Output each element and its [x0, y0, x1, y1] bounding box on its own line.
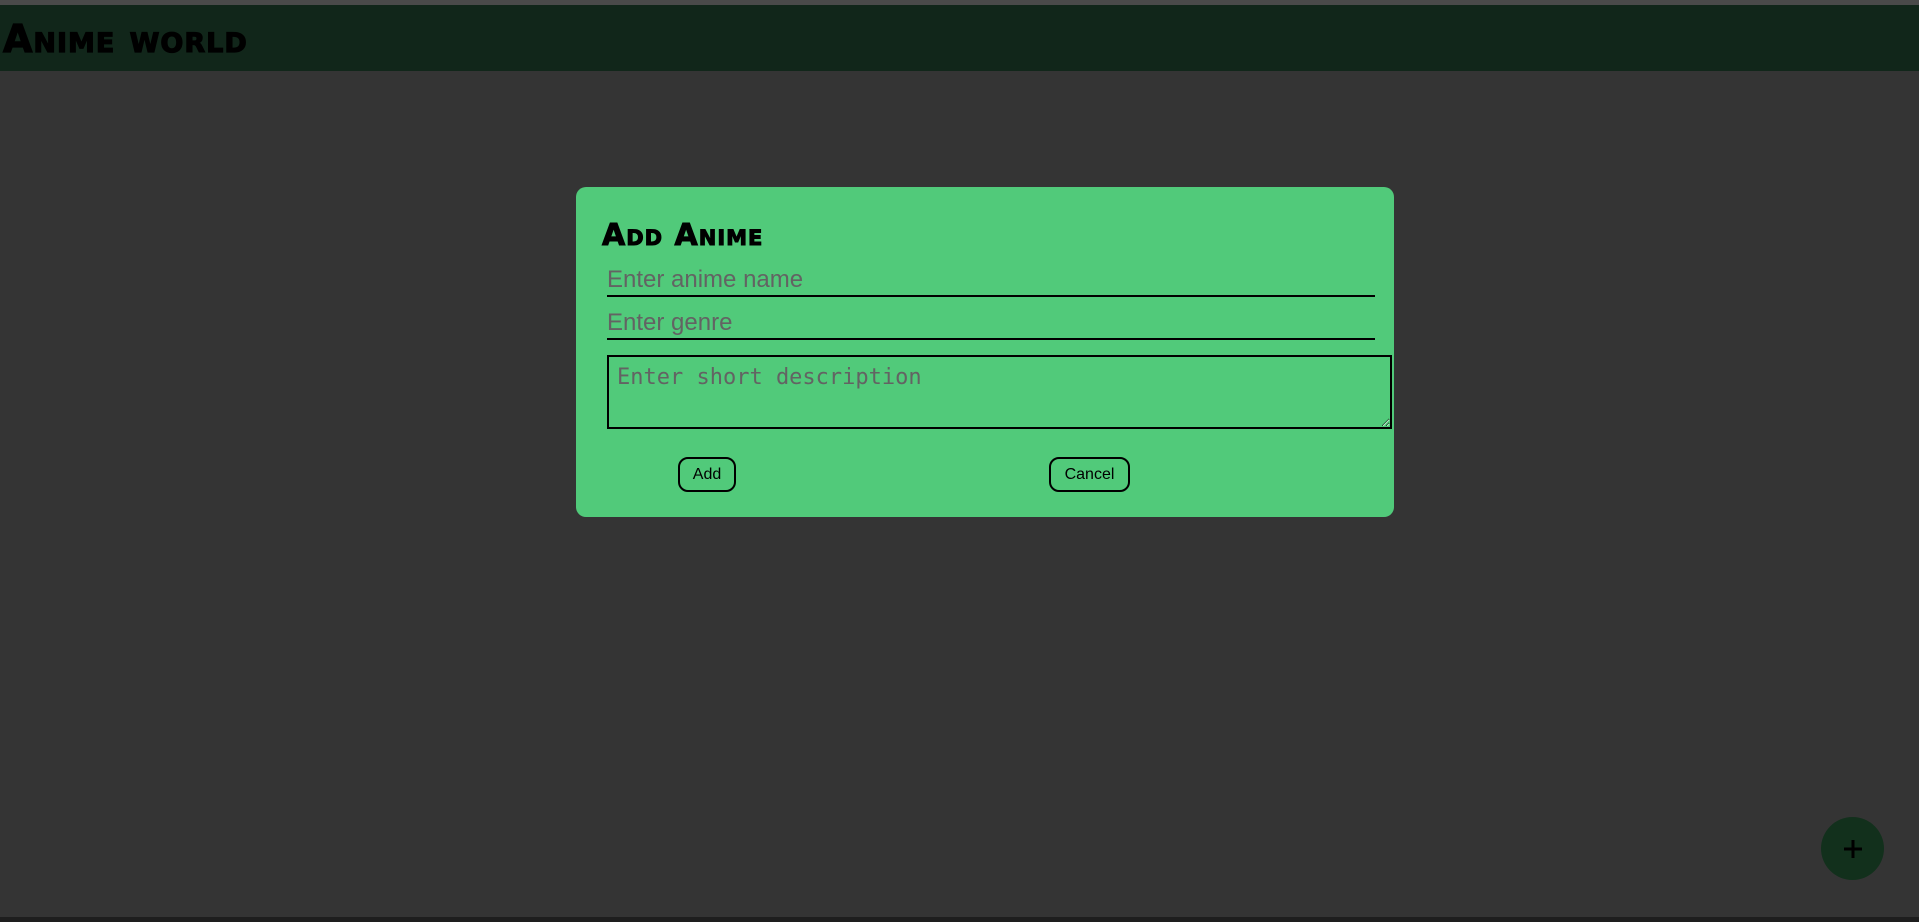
anime-name-input[interactable]: [607, 265, 1375, 297]
app-title: Anime world: [2, 17, 248, 61]
genre-input[interactable]: [607, 308, 1375, 340]
description-textarea[interactable]: [607, 355, 1392, 429]
add-anime-fab[interactable]: [1821, 817, 1884, 880]
add-button[interactable]: Add: [678, 457, 736, 492]
dialog-title: Add Anime: [601, 218, 764, 253]
plus-icon: [1843, 839, 1862, 858]
app-header: Anime world: [0, 5, 1919, 71]
add-anime-dialog: Add Anime Add Cancel: [576, 187, 1394, 517]
window-bottom-edge: [0, 917, 1919, 922]
cancel-button[interactable]: Cancel: [1049, 457, 1130, 492]
